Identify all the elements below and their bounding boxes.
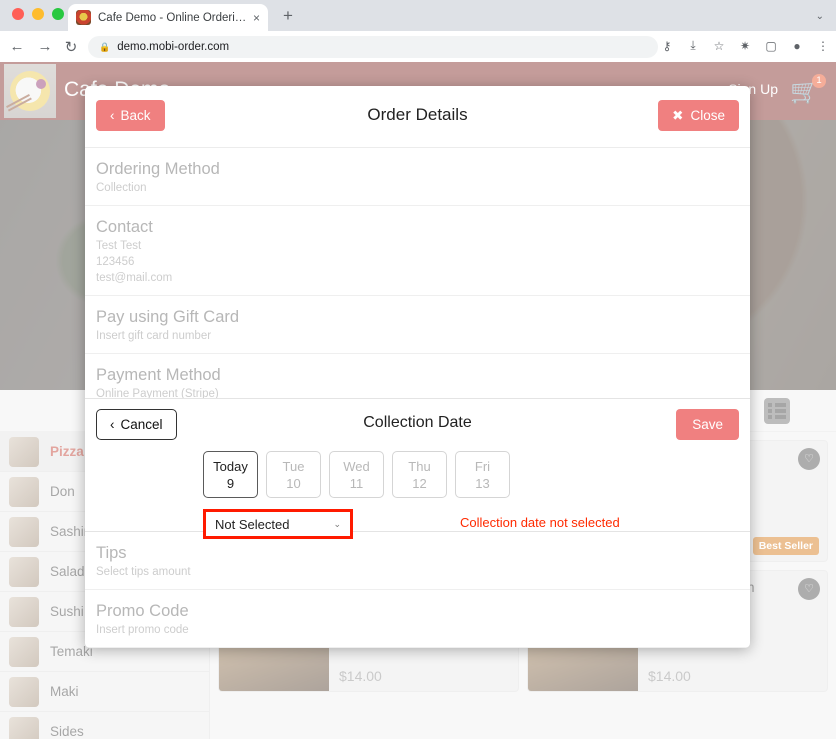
detail-row-title: Promo Code — [96, 602, 189, 620]
detail-row[interactable]: Promo Code Insert promo code — [85, 590, 750, 648]
window-controls[interactable] — [12, 8, 64, 20]
date-chip-date: 12 — [412, 475, 427, 491]
order-details-modal: ‹ Back Order Details ✖ Close Ordering Me… — [85, 86, 750, 648]
menu-icon[interactable]: ⋮ — [810, 39, 836, 53]
cafe-logo-icon — [76, 10, 91, 25]
new-tab-button[interactable]: + — [283, 7, 293, 24]
date-chip[interactable]: Tue 10 — [266, 451, 321, 498]
contact-line: 123456 — [96, 256, 135, 268]
collection-time-value: Not Selected — [215, 516, 290, 532]
chevron-down-icon[interactable]: ⌄ — [816, 11, 824, 22]
detail-row-sub: Select tips amount — [96, 566, 191, 578]
date-chip-date: 10 — [286, 475, 301, 491]
detail-row[interactable]: Pay using Gift Card Insert gift card num… — [85, 296, 750, 354]
tab-title: Cafe Demo - Online Ordering — [98, 11, 247, 24]
bookmark-star-icon[interactable]: ☆ — [706, 39, 732, 53]
extensions-icon[interactable]: ✷ — [732, 39, 758, 53]
browser-toolbar: ← → ↻ 🔒 demo.mobi-order.com ⚷ ⤓ ☆ ✷ ▢ ● … — [0, 31, 836, 62]
detail-row[interactable]: Tips Select tips amount — [85, 532, 750, 590]
date-chip-day: Thu — [408, 458, 431, 474]
close-button-label: Close — [690, 108, 725, 123]
save-button[interactable]: Save — [676, 409, 739, 440]
date-chip-list: Today 9 Tue 10 Wed 11 Thu 12 Fri 13 — [203, 451, 510, 498]
close-icon[interactable]: × — [253, 11, 260, 25]
browser-tab[interactable]: Cafe Demo - Online Ordering × — [68, 4, 268, 31]
share-icon[interactable]: ⤓ — [680, 38, 706, 53]
date-chip-date: 9 — [226, 475, 235, 491]
reload-icon[interactable]: ↻ — [62, 38, 80, 56]
date-chip[interactable]: Today 9 — [203, 451, 258, 498]
detail-row-title: Ordering Method — [96, 160, 220, 178]
contact-line: test@mail.com — [96, 272, 173, 284]
chevron-down-icon: ⌄ — [333, 518, 341, 529]
contact-line: Test Test — [96, 240, 142, 252]
detail-row[interactable]: Ordering Method Collection — [85, 148, 750, 206]
detail-row-sub: Insert promo code — [96, 624, 189, 636]
date-chip-day: Today — [213, 458, 248, 474]
toolbar-actions: ⚷ ⤓ ☆ ✷ ▢ ● ⋮ — [654, 38, 836, 53]
detail-row[interactable]: Contact Test Test 123456 test@mail.com — [85, 206, 750, 296]
page-content: Cafe Demo Sign Up 🛒 1 Pizza Don — [0, 62, 836, 739]
close-button[interactable]: ✖ Close — [658, 100, 739, 131]
date-chip[interactable]: Fri 13 — [455, 451, 510, 498]
collection-date-title: Collection Date — [363, 414, 472, 431]
page-title: Order Details — [367, 105, 468, 124]
date-chip-date: 11 — [349, 475, 364, 491]
url-text: demo.mobi-order.com — [117, 41, 230, 53]
detail-row-title: Payment Method — [96, 366, 221, 384]
detail-row-sub: Collection — [96, 182, 147, 194]
sidepanel-icon[interactable]: ▢ — [758, 39, 784, 53]
collection-date-panel: ‹ Cancel Collection Date Save Today 9 Tu… — [85, 398, 750, 539]
forward-icon[interactable]: → — [36, 38, 54, 55]
address-bar[interactable]: 🔒 demo.mobi-order.com — [88, 36, 658, 58]
minimize-window-button[interactable] — [32, 8, 44, 20]
detail-row-sub: Insert gift card number — [96, 330, 212, 342]
date-chip-date: 13 — [475, 475, 490, 491]
back-icon[interactable]: ← — [8, 38, 26, 55]
date-chip-day: Tue — [282, 458, 305, 474]
close-window-button[interactable] — [12, 8, 24, 20]
order-detail-rows: Ordering Method Collection Contact Test … — [85, 148, 750, 412]
date-chip-day: Fri — [474, 458, 491, 474]
detail-row-title: Contact — [96, 218, 153, 236]
lock-icon: 🔒 — [99, 41, 111, 52]
date-chip[interactable]: Thu 12 — [392, 451, 447, 498]
collection-date-error: Collection date not selected — [460, 515, 620, 530]
date-chip[interactable]: Wed 11 — [329, 451, 384, 498]
detail-row-title: Tips — [96, 544, 127, 562]
maximize-window-button[interactable] — [52, 8, 64, 20]
profile-avatar[interactable]: ● — [784, 39, 810, 53]
order-detail-rows-bottom: Tips Select tips amount Promo Code Inser… — [85, 532, 750, 648]
modal-header: ‹ Back Order Details ✖ Close — [85, 86, 750, 148]
key-icon[interactable]: ⚷ — [654, 39, 680, 53]
browser-tab-strip: Cafe Demo - Online Ordering × + ⌄ — [0, 0, 836, 31]
detail-row-title: Pay using Gift Card — [96, 308, 240, 326]
close-icon: ✖ — [672, 107, 684, 123]
date-chip-day: Wed — [343, 458, 370, 474]
